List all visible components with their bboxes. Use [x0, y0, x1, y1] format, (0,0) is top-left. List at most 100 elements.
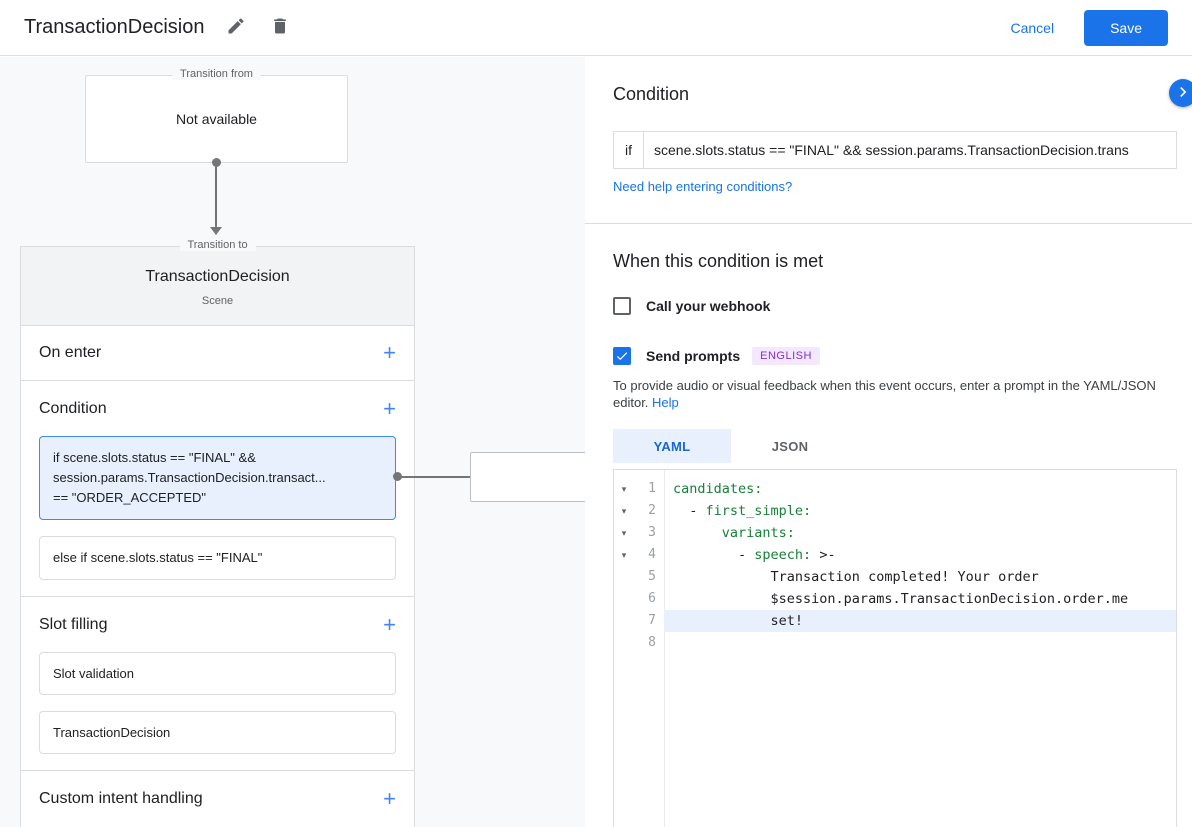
webhook-row: Call your webhook	[613, 297, 770, 315]
code-token-plain: Transaction completed! Your order	[673, 569, 1039, 585]
fold-toggle-icon[interactable]: ▾	[614, 478, 634, 500]
code-line-5[interactable]: 5 Transaction completed! Your order	[614, 566, 1176, 588]
section-condition: Condition + if scene.slots.status == "FI…	[21, 381, 414, 597]
editor-tabs: YAMLJSON	[613, 429, 849, 463]
fold-toggle-icon[interactable]: ▾	[614, 500, 634, 522]
connector-line-horizontal	[399, 476, 470, 478]
transition-from-box: Transition from Not available	[85, 75, 348, 163]
code-lines: ▾1candidates:▾2 - first_simple:▾3 varian…	[614, 470, 1176, 654]
code-token-key: speech:	[754, 547, 811, 563]
send-prompts-label: Send prompts	[646, 348, 740, 364]
transition-from-value: Not available	[176, 111, 257, 127]
title-group: TransactionDecision	[24, 16, 292, 40]
next-scene-box[interactable]	[470, 452, 585, 502]
language-badge: ENGLISH	[752, 347, 820, 365]
trash-icon	[270, 24, 290, 39]
cancel-button[interactable]: Cancel	[1010, 20, 1054, 36]
code-line-8[interactable]: 8	[614, 632, 1176, 654]
condition-item-line: == "ORDER_ACCEPTED"	[53, 488, 382, 508]
panel-divider	[585, 223, 1192, 224]
add-slot-filling-button[interactable]: +	[383, 614, 396, 636]
line-number: 7	[634, 610, 664, 632]
fold-spacer	[614, 632, 634, 654]
slot-item[interactable]: Slot validation	[39, 652, 396, 695]
code-token-plain: >-	[811, 547, 835, 563]
webhook-label: Call your webhook	[646, 298, 770, 314]
slot-item-list: Slot validation TransactionDecision	[21, 652, 414, 754]
condition-item-line: if scene.slots.status == "FINAL" &&	[53, 448, 382, 468]
connector-line-vertical	[215, 163, 217, 227]
line-number: 1	[634, 478, 664, 500]
code-line-4[interactable]: ▾4 - speech: >-	[614, 544, 1176, 566]
code-line-6[interactable]: 6 $session.params.TransactionDecision.or…	[614, 588, 1176, 610]
prompt-description: To provide audio or visual feedback when…	[613, 377, 1165, 411]
if-label: if	[613, 131, 643, 169]
scene-card: Transition to TransactionDecision Scene …	[20, 246, 415, 827]
webhook-checkbox[interactable]	[613, 297, 631, 315]
code-token-key: candidates:	[673, 481, 762, 497]
header: TransactionDecision Cancel Save	[0, 0, 1192, 56]
condition-expression-row: if	[613, 131, 1177, 169]
add-custom-intent-button[interactable]: +	[383, 788, 396, 810]
line-number: 6	[634, 588, 664, 610]
fold-toggle-icon[interactable]: ▾	[614, 544, 634, 566]
condition-item-selected[interactable]: if scene.slots.status == "FINAL" &&sessi…	[39, 436, 396, 520]
code-line-1[interactable]: ▾1 candidates:	[614, 478, 1176, 500]
page-title: TransactionDecision	[24, 16, 204, 39]
slot-filling-section-header: Slot filling +	[21, 597, 414, 652]
condition-item-line: else if scene.slots.status == "FINAL"	[53, 548, 382, 568]
line-number: 3	[634, 522, 664, 544]
code-text: variants:	[664, 522, 1176, 544]
fold-spacer	[614, 610, 634, 632]
scene-name: TransactionDecision	[21, 268, 414, 286]
code-text: Transaction completed! Your order	[664, 566, 1176, 588]
condition-input[interactable]	[643, 131, 1177, 169]
line-number: 2	[634, 500, 664, 522]
line-number: 5	[634, 566, 664, 588]
send-prompts-checkbox[interactable]	[613, 347, 631, 365]
scene-type-label: Scene	[21, 295, 414, 307]
fold-spacer	[614, 566, 634, 588]
condition-label: Condition	[39, 400, 107, 418]
line-number: 4	[634, 544, 664, 566]
code-text: $session.params.TransactionDecision.orde…	[664, 588, 1176, 610]
slot-item[interactable]: TransactionDecision	[39, 711, 396, 754]
condition-item-line: session.params.TransactionDecision.trans…	[53, 468, 382, 488]
code-token-plain: -	[673, 503, 706, 519]
code-text: candidates:	[664, 478, 1176, 500]
scene-card-header: TransactionDecision Scene	[21, 247, 414, 326]
on-enter-label: On enter	[39, 344, 101, 362]
section-slot-filling: Slot filling + Slot validation Transactio…	[21, 597, 414, 771]
save-button[interactable]: Save	[1084, 10, 1168, 46]
fold-toggle-icon[interactable]: ▾	[614, 522, 634, 544]
section-on-enter: On enter +	[21, 326, 414, 381]
add-on-enter-button[interactable]: +	[383, 342, 396, 364]
tab-yaml[interactable]: YAML	[613, 429, 731, 463]
code-token-plain: -	[673, 547, 754, 563]
condition-help-link[interactable]: Need help entering conditions?	[613, 179, 792, 194]
code-line-2[interactable]: ▾2 - first_simple:	[614, 500, 1176, 522]
add-condition-button[interactable]: +	[383, 398, 396, 420]
code-token-plain: $session.params.TransactionDecision.orde…	[673, 591, 1128, 607]
tab-json[interactable]: JSON	[731, 429, 849, 463]
line-number: 8	[634, 632, 664, 654]
code-token-key: variants:	[722, 525, 795, 541]
delete-scene-button[interactable]	[268, 16, 292, 40]
collapse-panel-button[interactable]	[1169, 79, 1192, 107]
condition-section-header: Condition +	[21, 381, 414, 436]
fold-spacer	[614, 588, 634, 610]
code-text: set!	[664, 610, 1176, 632]
chevron-right-icon	[1173, 82, 1192, 105]
connector-arrow-down-icon	[210, 227, 222, 235]
edit-title-button[interactable]	[224, 16, 248, 40]
condition-item-list: if scene.slots.status == "FINAL" &&sessi…	[21, 436, 414, 580]
yaml-code-editor[interactable]: ▾1candidates:▾2 - first_simple:▾3 varian…	[613, 469, 1177, 827]
condition-item[interactable]: else if scene.slots.status == "FINAL"	[39, 536, 396, 580]
custom-intent-label: Custom intent handling	[39, 790, 203, 808]
help-link[interactable]: Help	[652, 395, 679, 410]
send-prompts-row: Send prompts ENGLISH	[613, 347, 820, 365]
panel-title: Condition	[613, 84, 689, 105]
scene-diagram-panel: Transition from Not available Transition…	[0, 57, 585, 827]
code-line-7[interactable]: 7 set!	[614, 610, 1176, 632]
code-line-3[interactable]: ▾3 variants:	[614, 522, 1176, 544]
